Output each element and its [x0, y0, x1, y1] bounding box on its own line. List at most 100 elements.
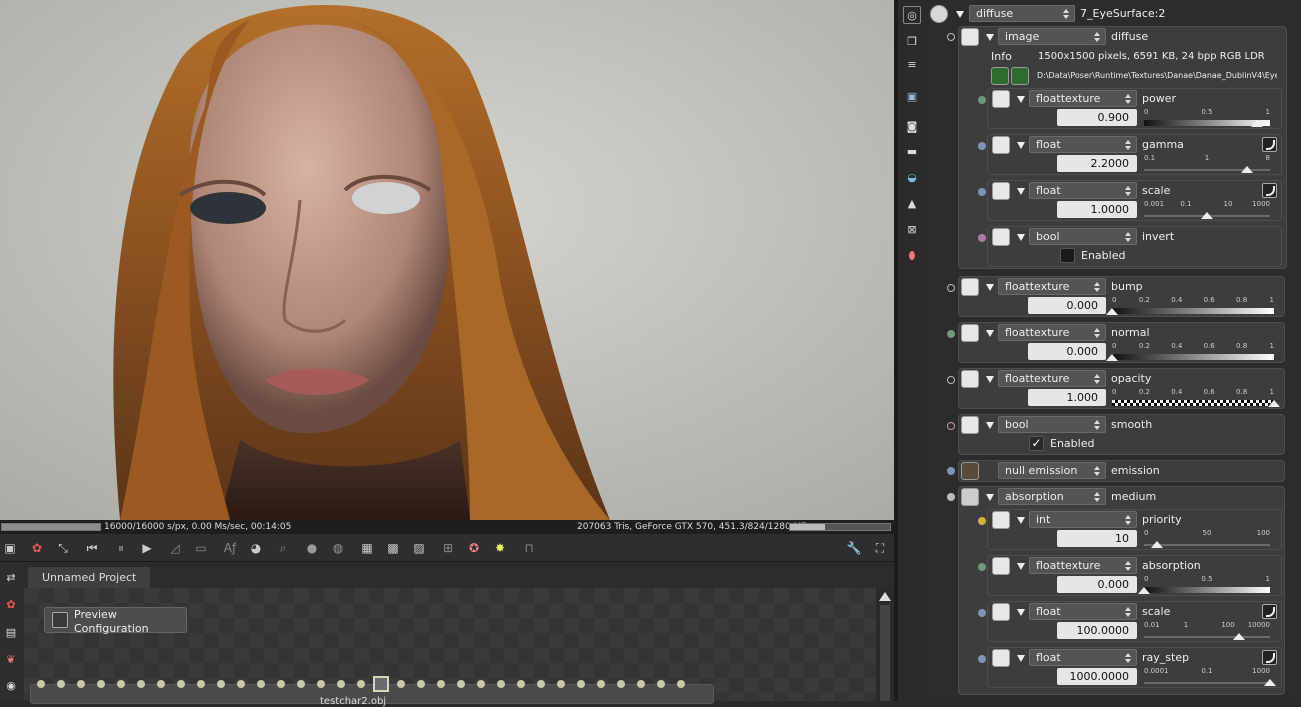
slider-track[interactable] — [1112, 308, 1274, 314]
mesh-input-socket[interactable] — [197, 680, 205, 688]
slider-thumb[interactable] — [1264, 679, 1276, 686]
mesh-input-socket[interactable] — [217, 680, 225, 688]
mesh-input-socket[interactable] — [137, 680, 145, 688]
power-value-field[interactable]: 0.900 — [1057, 109, 1137, 126]
ray-step-socket[interactable] — [978, 655, 986, 663]
scale-slider[interactable]: 0.001 0.1 10 1000 — [1144, 200, 1270, 222]
slider-thumb[interactable] — [1241, 166, 1254, 173]
project-tab[interactable]: Unnamed Project — [28, 567, 151, 588]
pause-render-icon[interactable]: ⏸ — [113, 540, 129, 556]
mesh-input-socket[interactable] — [537, 680, 545, 688]
absorption-socket[interactable] — [978, 563, 986, 571]
collapse-icon[interactable] — [1017, 142, 1025, 149]
collapse-icon[interactable] — [1017, 563, 1025, 570]
priority-slider[interactable]: 0 50 100 — [1144, 529, 1270, 551]
slider-thumb[interactable] — [1138, 587, 1150, 594]
socket[interactable] — [947, 33, 955, 41]
collapse-icon[interactable] — [1017, 517, 1025, 524]
slider-track[interactable] — [1144, 636, 1270, 638]
mesh-input-socket[interactable] — [337, 680, 345, 688]
gamma-type-dropdown[interactable]: float — [1029, 136, 1137, 153]
camera-icon[interactable]: ◿ — [167, 540, 183, 556]
gamma-slider[interactable]: 0.1 1 8 — [1144, 154, 1270, 176]
mesh-input-socket[interactable] — [97, 680, 105, 688]
pick-focus-icon[interactable]: ⌕ — [275, 540, 291, 556]
node-graph-canvas[interactable]: Preview Configuration testchar2.obj — [24, 588, 876, 707]
curve-icon[interactable] — [1262, 183, 1277, 198]
slider-thumb[interactable] — [1106, 308, 1118, 315]
load-mesh-icon[interactable]: ▤ — [3, 625, 19, 641]
inspector-icon[interactable]: ◎ — [903, 6, 921, 24]
slider-thumb[interactable] — [1268, 400, 1280, 407]
power-slider[interactable]: 0 0.5 1 — [1144, 108, 1270, 130]
image-icon[interactable]: ▣ — [903, 88, 921, 106]
collapse-icon[interactable] — [986, 494, 994, 501]
opacity-type-dropdown[interactable]: floattexture — [998, 370, 1106, 387]
scale-type-dropdown[interactable]: float — [1029, 182, 1137, 199]
mesh-input-socket[interactable] — [297, 680, 305, 688]
mesh-input-socket[interactable] — [157, 680, 165, 688]
invert-type-dropdown[interactable]: bool — [1029, 228, 1137, 245]
mesh-input-socket[interactable] — [577, 680, 585, 688]
gamma-value-field[interactable]: 2.2000 — [1057, 155, 1137, 172]
slider-track[interactable] — [1112, 400, 1274, 406]
priority-type-dropdown[interactable]: int — [1029, 511, 1137, 528]
mesh-input-socket[interactable] — [437, 680, 445, 688]
scale-value-field[interactable]: 1.0000 — [1057, 201, 1137, 218]
emission-type-dropdown[interactable]: null emission — [998, 462, 1106, 479]
bump-slider[interactable]: 0 0.2 0.4 0.6 0.8 1 — [1106, 296, 1274, 318]
collapse-icon[interactable] — [986, 34, 994, 41]
slider-thumb[interactable] — [1106, 354, 1118, 361]
clay-render-icon[interactable]: ● — [304, 540, 320, 556]
collapse-icon[interactable] — [1017, 609, 1025, 616]
checker-icon[interactable]: ▨ — [411, 540, 427, 556]
collapse-icon[interactable] — [1017, 655, 1025, 662]
fullscreen-icon[interactable]: ⛶ — [872, 540, 888, 556]
slider-thumb[interactable] — [1201, 212, 1213, 219]
collapse-icon[interactable] — [986, 284, 994, 291]
autofocus-icon[interactable]: Aƒ — [222, 540, 238, 556]
sun-icon[interactable]: ✸ — [492, 540, 508, 556]
alpha-background-icon[interactable]: ▩ — [385, 540, 401, 556]
priority-socket[interactable] — [978, 517, 986, 525]
mesh-output-socket[interactable] — [373, 676, 389, 692]
absorption-slider[interactable]: 0 0.5 1 — [1138, 575, 1270, 597]
mesh-input-socket[interactable] — [257, 680, 265, 688]
smooth-socket[interactable] — [947, 422, 955, 430]
mesh-input-socket[interactable] — [77, 680, 85, 688]
medium-scale-socket[interactable] — [978, 609, 986, 617]
curve-icon[interactable] — [1262, 137, 1277, 152]
medium-scale-type-dropdown[interactable]: float — [1029, 603, 1137, 620]
gamma-socket[interactable] — [978, 142, 986, 150]
power-type-dropdown[interactable]: floattexture — [1029, 90, 1137, 107]
bump-type-dropdown[interactable]: floattexture — [998, 278, 1106, 295]
mesh-input-socket[interactable] — [37, 680, 45, 688]
slider-track[interactable] — [1144, 682, 1270, 684]
settings-wrench-icon[interactable]: 🔧 — [846, 540, 862, 556]
material-icon[interactable]: ⬮ — [903, 247, 921, 265]
slider-thumb[interactable] — [1232, 633, 1245, 640]
scroll-up-icon[interactable] — [879, 592, 891, 601]
slider-thumb[interactable] — [1251, 120, 1264, 127]
graph-scrollbar[interactable] — [876, 588, 894, 701]
normal-type-dropdown[interactable]: floattexture — [998, 324, 1106, 341]
opacity-socket[interactable] — [947, 376, 955, 384]
mesh-input-socket[interactable] — [117, 680, 125, 688]
lock-icon[interactable]: ⊓ — [521, 540, 537, 556]
collapse-icon[interactable] — [986, 330, 994, 337]
power-socket[interactable] — [978, 96, 986, 104]
opacity-slider[interactable]: 0 0.2 0.4 0.6 0.8 1 — [1112, 388, 1280, 410]
collapse-icon[interactable] — [1017, 234, 1025, 241]
mesh-input-socket[interactable] — [457, 680, 465, 688]
absorption-type-dropdown[interactable]: floattexture — [1029, 557, 1137, 574]
collapse-icon[interactable] — [956, 11, 964, 18]
priority-value-field[interactable]: 10 — [1057, 530, 1137, 547]
slider-track[interactable] — [1144, 587, 1270, 593]
invert-socket[interactable] — [978, 234, 986, 242]
load-image-icon[interactable] — [991, 67, 1009, 85]
mesh-input-socket[interactable] — [357, 680, 365, 688]
render-target-icon[interactable]: ✿ — [29, 540, 45, 556]
camera-settings-icon[interactable]: ◙ — [903, 118, 921, 136]
mesh-input-socket[interactable] — [277, 680, 285, 688]
mesh-input-socket[interactable] — [657, 680, 665, 688]
